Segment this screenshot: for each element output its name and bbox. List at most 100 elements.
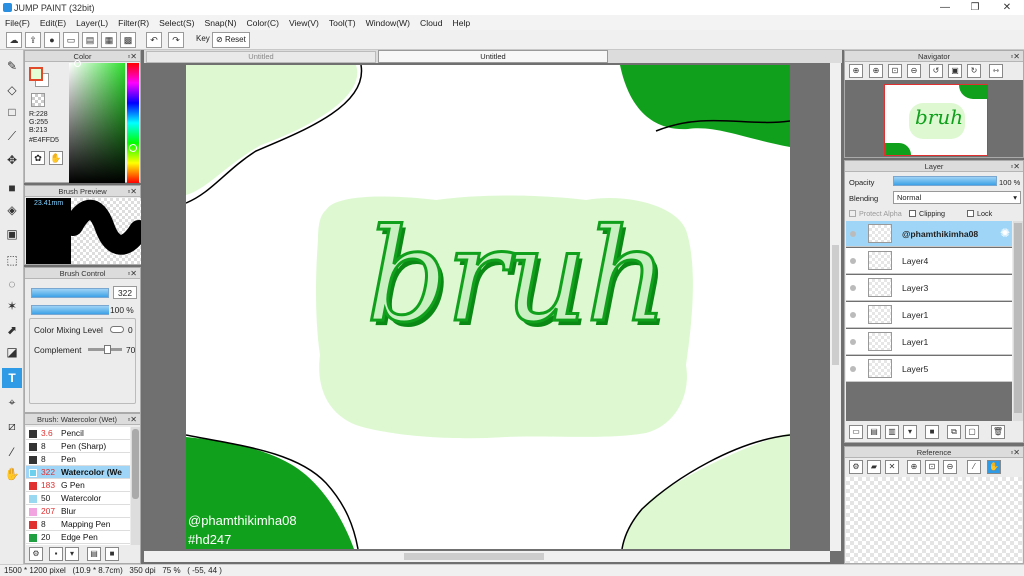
new-layer-icon[interactable]: ▭: [849, 425, 863, 439]
gradient-tool-icon[interactable]: ▣: [2, 224, 22, 244]
close-icon[interactable]: ▫✕: [1010, 161, 1020, 172]
move-tool-icon[interactable]: ✥: [2, 150, 22, 170]
duplicate-layer-icon[interactable]: ▥: [885, 425, 899, 439]
menu-color[interactable]: Color(C): [241, 18, 283, 28]
tab-untitled-2[interactable]: Untitled: [378, 50, 608, 63]
merge-layer-icon[interactable]: ⧉: [947, 425, 961, 439]
ref-zoom-in-icon[interactable]: ⊕: [907, 460, 921, 474]
canvas-horizontal-scrollbar[interactable]: [144, 551, 830, 562]
bucket-tool-icon[interactable]: ◈: [2, 200, 22, 220]
layer-row-layer3[interactable]: Layer3: [846, 275, 1012, 301]
canvas-hscroll-thumb[interactable]: [404, 553, 544, 560]
ref-zoom-out-icon[interactable]: ⊖: [943, 460, 957, 474]
menu-select[interactable]: Select(S): [154, 18, 199, 28]
save-icon[interactable]: ▦: [101, 32, 117, 48]
layer-opacity-bar[interactable]: [893, 176, 997, 186]
gear-icon[interactable]: ✺: [1000, 226, 1010, 240]
canvas-vscroll-thumb[interactable]: [832, 245, 839, 365]
visibility-icon[interactable]: [850, 366, 856, 372]
menu-edit[interactable]: Edit(E): [35, 18, 71, 28]
tab-untitled-1[interactable]: Untitled: [146, 51, 376, 63]
visibility-icon[interactable]: [850, 312, 856, 318]
brush-menu-icon[interactable]: ▾: [65, 547, 79, 561]
brush-item-pen-sharp[interactable]: 8 Pen (Sharp): [26, 440, 130, 453]
close-icon[interactable]: ▫✕: [1010, 447, 1020, 458]
add-brush-icon[interactable]: ▪: [49, 547, 63, 561]
visibility-icon[interactable]: [850, 339, 856, 345]
folder-icon[interactable]: ■: [105, 547, 119, 561]
ref-fit-icon[interactable]: ⊡: [925, 460, 939, 474]
brush-item-pen[interactable]: 8 Pen: [26, 453, 130, 466]
copy-brush-icon[interactable]: ▤: [87, 547, 101, 561]
ref-eyedropper-icon[interactable]: ⁄: [967, 460, 981, 474]
zoom-in-2-icon[interactable]: ⊕: [869, 64, 883, 78]
zoom-in-icon[interactable]: ⊕: [849, 64, 863, 78]
brush-item-g-pen[interactable]: 183 G Pen: [26, 479, 130, 492]
lock-checkbox[interactable]: [967, 210, 974, 217]
menu-view[interactable]: View(V): [284, 18, 324, 28]
minimize-button[interactable]: —: [930, 0, 960, 15]
new-document-icon[interactable]: ▭: [63, 32, 79, 48]
comment-icon[interactable]: ●: [44, 32, 60, 48]
divide-tool-icon[interactable]: ⧄: [2, 416, 22, 436]
color-picker-icon[interactable]: ✋: [49, 151, 63, 165]
navigator-thumbnail[interactable]: bruh: [884, 84, 988, 156]
rectangle-tool-icon[interactable]: □: [2, 102, 22, 122]
close-icon[interactable]: ▫✕: [127, 51, 137, 62]
color-mixing-slider[interactable]: [110, 326, 124, 333]
undo-icon[interactable]: ↶: [146, 32, 162, 48]
reference-canvas[interactable]: [846, 477, 1022, 563]
layer-menu-icon[interactable]: ▾: [903, 425, 917, 439]
visibility-icon[interactable]: [850, 231, 856, 237]
flip-icon[interactable]: ⇿: [989, 64, 1003, 78]
brush-item-watercolor[interactable]: 50 Watercolor: [26, 492, 130, 505]
hand-tool-icon[interactable]: ✋: [2, 464, 22, 484]
layer-folder-icon[interactable]: ■: [925, 425, 939, 439]
grid-icon[interactable]: ▩: [120, 32, 136, 48]
redo-icon[interactable]: ↷: [168, 32, 184, 48]
fill-rect-tool-icon[interactable]: ■: [2, 178, 22, 198]
hue-slider[interactable]: [127, 63, 139, 183]
hue-slider-handle[interactable]: [129, 144, 137, 152]
reset-view-icon[interactable]: ▣: [948, 64, 962, 78]
export-icon[interactable]: ⇪: [25, 32, 41, 48]
maximize-button[interactable]: ❐: [960, 0, 990, 15]
eyedropper-tool-icon[interactable]: ⁄: [2, 442, 22, 462]
brush-item-pencil[interactable]: 3.6 Pencil: [26, 427, 130, 440]
brush-item-mapping-pen[interactable]: 8 Mapping Pen: [26, 518, 130, 531]
foreground-color-swatch[interactable]: [29, 67, 43, 81]
layer-row-layer1-b[interactable]: Layer1: [846, 329, 1012, 355]
lasso-tool-icon[interactable]: ◌: [2, 274, 22, 294]
text-tool-icon[interactable]: T: [2, 368, 22, 388]
cloud-icon[interactable]: ☁: [6, 32, 22, 48]
menu-window[interactable]: Window(W): [361, 18, 415, 28]
close-button[interactable]: ✕: [992, 0, 1022, 15]
saturation-value-picker[interactable]: [69, 63, 125, 183]
drawing-canvas[interactable]: bruh @phamthikimha08 #hd247: [186, 65, 790, 549]
menu-tool[interactable]: Tool(T): [324, 18, 361, 28]
blending-select[interactable]: Normal ▾: [893, 191, 1021, 204]
brush-item-watercolor-wet[interactable]: 322 Watercolor (We: [26, 466, 130, 479]
select-pen-tool-icon[interactable]: ⬈: [2, 320, 22, 340]
select-eraser-tool-icon[interactable]: ◪: [2, 342, 22, 362]
delete-layer-icon[interactable]: 🗑: [991, 425, 1005, 439]
reference-settings-icon[interactable]: ⚙: [849, 460, 863, 474]
layer-row-layer5[interactable]: Layer5: [846, 356, 1012, 382]
reset-button[interactable]: ⊘ Reset: [212, 32, 250, 48]
brush-settings-icon[interactable]: ⚙: [29, 547, 43, 561]
fit-window-icon[interactable]: ⊡: [888, 64, 902, 78]
color-wheel-icon[interactable]: ✿: [31, 151, 45, 165]
menu-cloud[interactable]: Cloud: [415, 18, 447, 28]
close-icon[interactable]: ▫✕: [127, 414, 137, 425]
layer-row-layer4[interactable]: Layer4: [846, 248, 1012, 274]
new-layer-2-icon[interactable]: ▤: [867, 425, 881, 439]
eraser-tool-icon[interactable]: ◇: [2, 80, 22, 100]
menu-layer[interactable]: Layer(L): [71, 18, 113, 28]
brush-tool-icon[interactable]: ✎: [2, 56, 22, 76]
brush-item-blur[interactable]: 207 Blur: [26, 505, 130, 518]
menu-help[interactable]: Help: [448, 18, 476, 28]
visibility-icon[interactable]: [850, 285, 856, 291]
close-icon[interactable]: ▫✕: [127, 186, 137, 197]
open-image-icon[interactable]: ▰: [867, 460, 881, 474]
layer-list-scrollbar[interactable]: [1013, 221, 1023, 421]
